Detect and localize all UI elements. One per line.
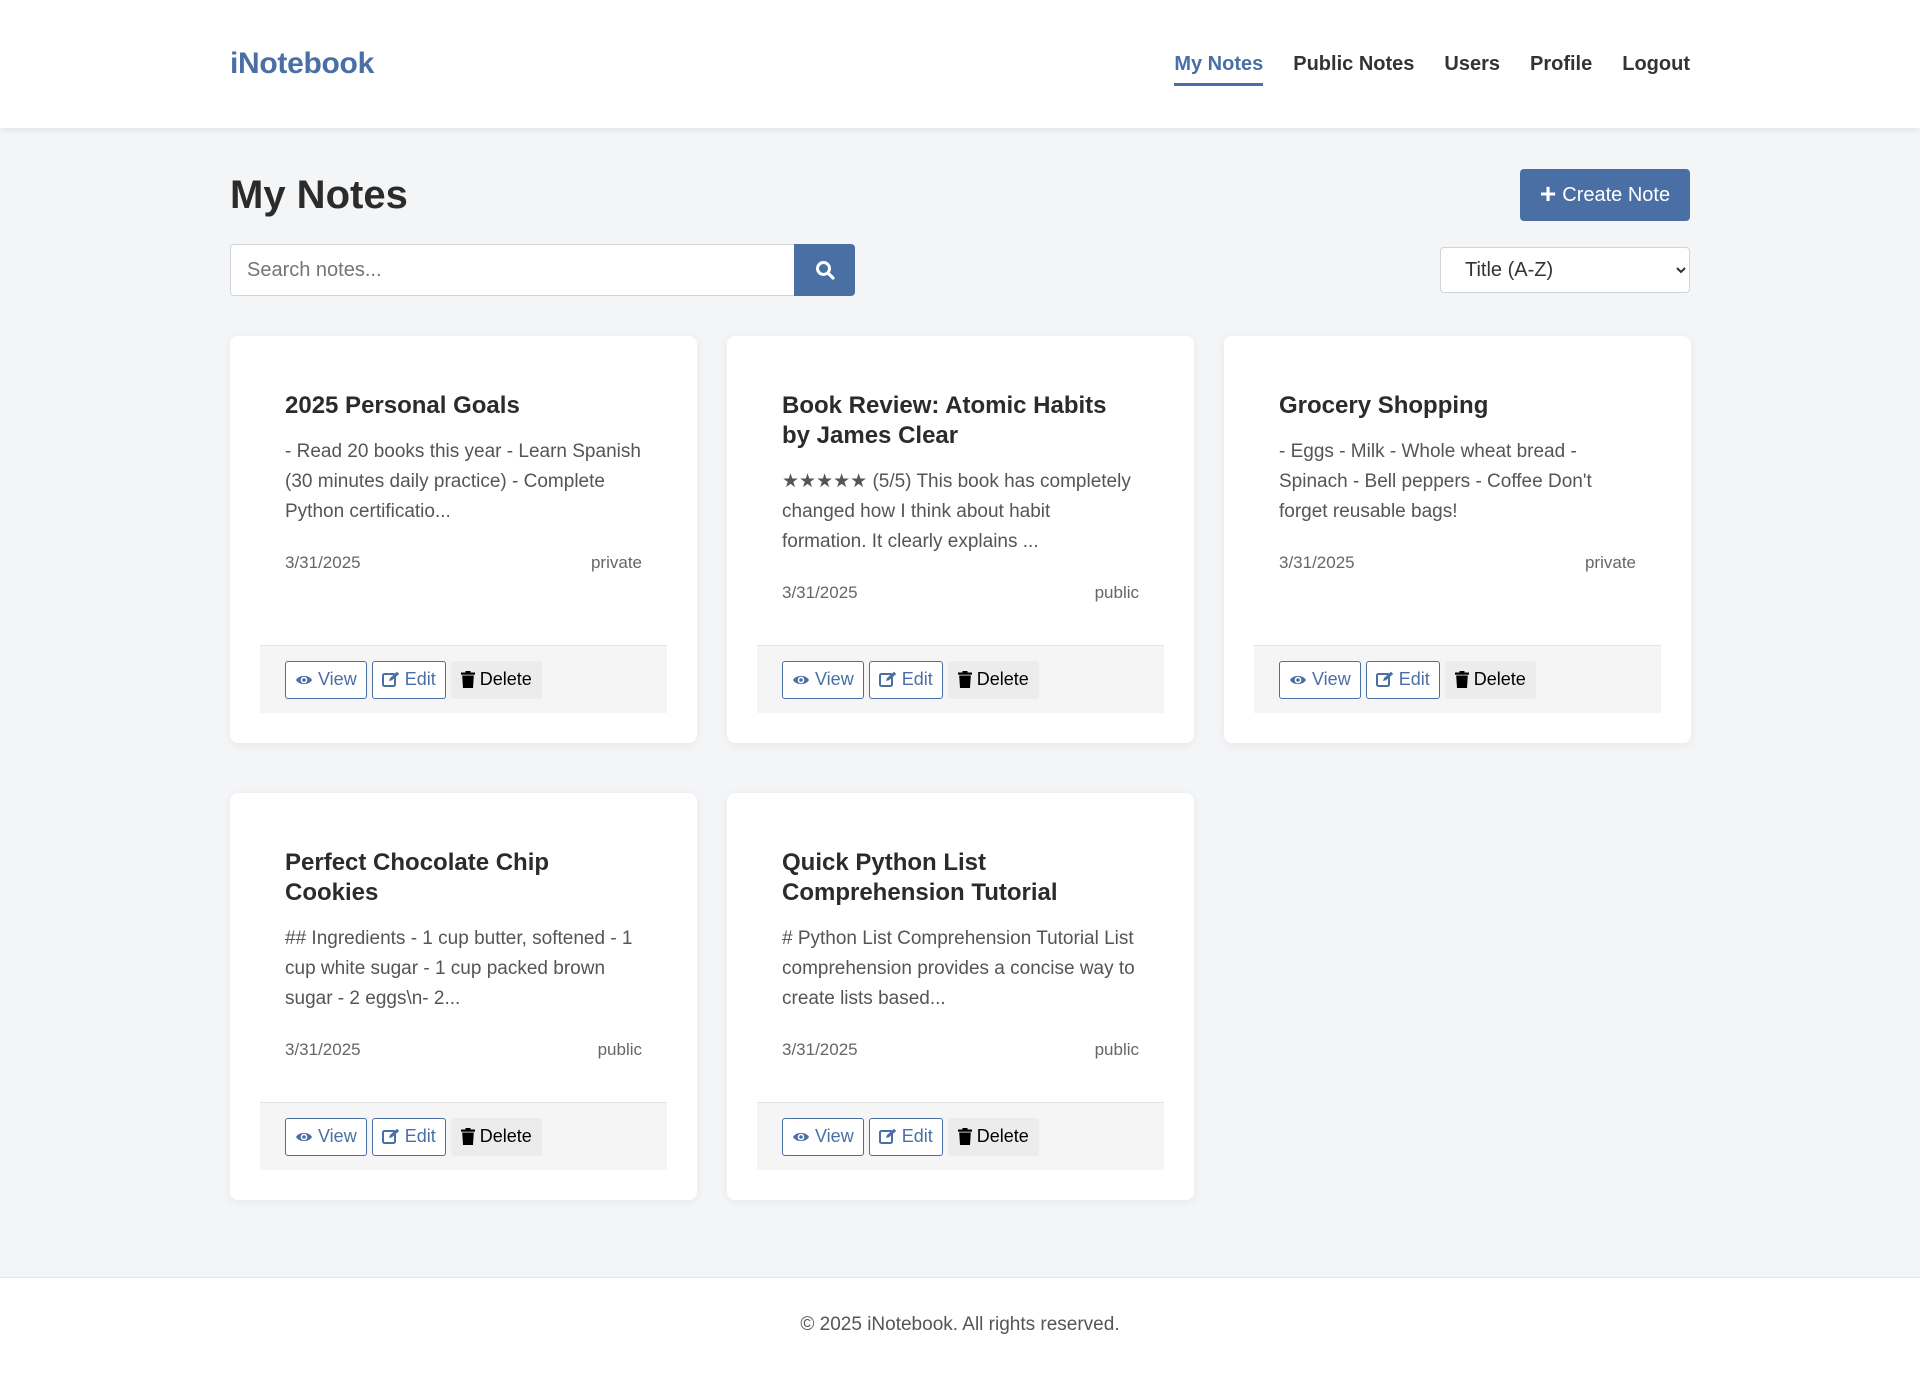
eye-icon [792,1130,810,1144]
note-card: 2025 Personal Goals - Read 20 books this… [230,336,697,743]
nav-public-notes[interactable]: Public Notes [1293,47,1414,82]
main-nav: My Notes Public Notes Users Profile Logo… [1174,47,1690,86]
delete-button[interactable]: Delete [450,1117,542,1156]
note-actions: View Edit Delete [757,645,1164,713]
page-title: My Notes [230,172,408,217]
edit-label: Edit [404,669,436,689]
edit-label: Edit [404,1126,436,1146]
note-excerpt: - Read 20 books this year - Learn Spanis… [285,441,641,522]
view-button[interactable]: View [782,1117,864,1156]
delete-label: Delete [1473,669,1526,689]
note-actions: View Edit Delete [1254,645,1661,713]
edit-label: Edit [901,669,933,689]
note-card: Grocery Shopping - Eggs - Milk - Whole w… [1224,336,1691,743]
delete-button[interactable]: Delete [947,660,1039,699]
delete-button[interactable]: Delete [947,1117,1039,1156]
note-title: 2025 Personal Goals [285,392,520,419]
edit-button[interactable]: Edit [371,660,446,699]
view-label: View [318,669,357,689]
nav-users[interactable]: Users [1444,47,1500,82]
note-date: 3/31/2025 [1279,553,1355,572]
note-card: Quick Python List Comprehension Tutorial… [727,793,1194,1200]
note-date: 3/31/2025 [782,583,858,602]
nav-logout[interactable]: Logout [1622,47,1690,82]
note-title: Quick Python List Comprehension Tutorial [782,849,1058,906]
edit-icon [1375,671,1394,688]
note-visibility-badge: public [597,1040,642,1059]
note-actions: View Edit Delete [260,1102,667,1170]
edit-icon [878,671,897,688]
search-input[interactable] [230,244,794,296]
edit-button[interactable]: Edit [868,1117,943,1156]
note-title: Perfect Chocolate Chip Cookies [285,849,550,906]
note-date: 3/31/2025 [285,1040,361,1059]
main-content: My Notes + Create Note Title (A-Z) 20 [230,128,1691,1200]
delete-button[interactable]: Delete [1444,660,1536,699]
view-label: View [1312,669,1351,689]
note-title: Book Review: Atomic Habits by James Clea… [782,392,1107,449]
nav-profile[interactable]: Profile [1530,47,1592,82]
trash-icon [957,1128,972,1145]
note-visibility-badge: public [1094,1040,1139,1059]
edit-label: Edit [1398,669,1430,689]
search-button[interactable] [794,244,855,296]
view-label: View [318,1126,357,1146]
brand-logo[interactable]: iNotebook [230,47,374,81]
note-actions: View Edit Delete [260,645,667,713]
edit-icon [878,1128,897,1145]
delete-label: Delete [479,669,532,689]
sort-select[interactable]: Title (A-Z) [1440,247,1690,293]
edit-button[interactable]: Edit [371,1117,446,1156]
view-button[interactable]: View [782,660,864,699]
search-group [230,244,855,296]
note-visibility-badge: private [1584,553,1636,572]
top-navbar: iNotebook My Notes Public Notes Users Pr… [0,0,1920,128]
note-excerpt: ## Ingredients - 1 cup butter, softened … [285,928,633,1009]
plus-icon: + [1539,177,1557,209]
delete-label: Delete [976,669,1029,689]
note-visibility-badge: public [1094,583,1139,602]
note-date: 3/31/2025 [782,1040,858,1059]
note-actions: View Edit Delete [757,1102,1164,1170]
trash-icon [460,671,475,688]
footer: © 2025 iNotebook. All rights reserved. [0,1277,1920,1390]
trash-icon [957,671,972,688]
edit-icon [381,1128,400,1145]
search-icon [815,260,835,280]
view-button[interactable]: View [285,1117,367,1156]
delete-button[interactable]: Delete [450,660,542,699]
eye-icon [1289,673,1307,687]
note-card: Perfect Chocolate Chip Cookies ## Ingred… [230,793,697,1200]
notes-grid: 2025 Personal Goals - Read 20 books this… [230,336,1691,1200]
view-label: View [815,1126,854,1146]
edit-button[interactable]: Edit [868,660,943,699]
edit-label: Edit [901,1126,933,1146]
view-label: View [815,669,854,689]
note-visibility-badge: private [590,553,642,572]
edit-icon [381,671,400,688]
eye-icon [295,673,313,687]
note-title: Grocery Shopping [1279,392,1489,419]
edit-button[interactable]: Edit [1365,660,1440,699]
create-note-button[interactable]: + Create Note [1520,169,1690,221]
footer-copyright: © 2025 iNotebook. All rights reserved. [800,1314,1120,1335]
note-date: 3/31/2025 [285,553,361,572]
eye-icon [295,1130,313,1144]
delete-label: Delete [976,1126,1029,1146]
delete-label: Delete [479,1126,532,1146]
note-excerpt: ★★★★★ (5/5) This book has completely cha… [782,471,1131,552]
trash-icon [460,1128,475,1145]
trash-icon [1454,671,1469,688]
create-note-label: Create Note [1562,183,1671,206]
nav-my-notes[interactable]: My Notes [1174,47,1263,86]
note-card: Book Review: Atomic Habits by James Clea… [727,336,1194,743]
note-excerpt: - Eggs - Milk - Whole wheat bread - Spin… [1279,441,1592,522]
note-excerpt: # Python List Comprehension Tutorial Lis… [782,928,1135,1009]
view-button[interactable]: View [1279,660,1361,699]
view-button[interactable]: View [285,660,367,699]
eye-icon [792,673,810,687]
